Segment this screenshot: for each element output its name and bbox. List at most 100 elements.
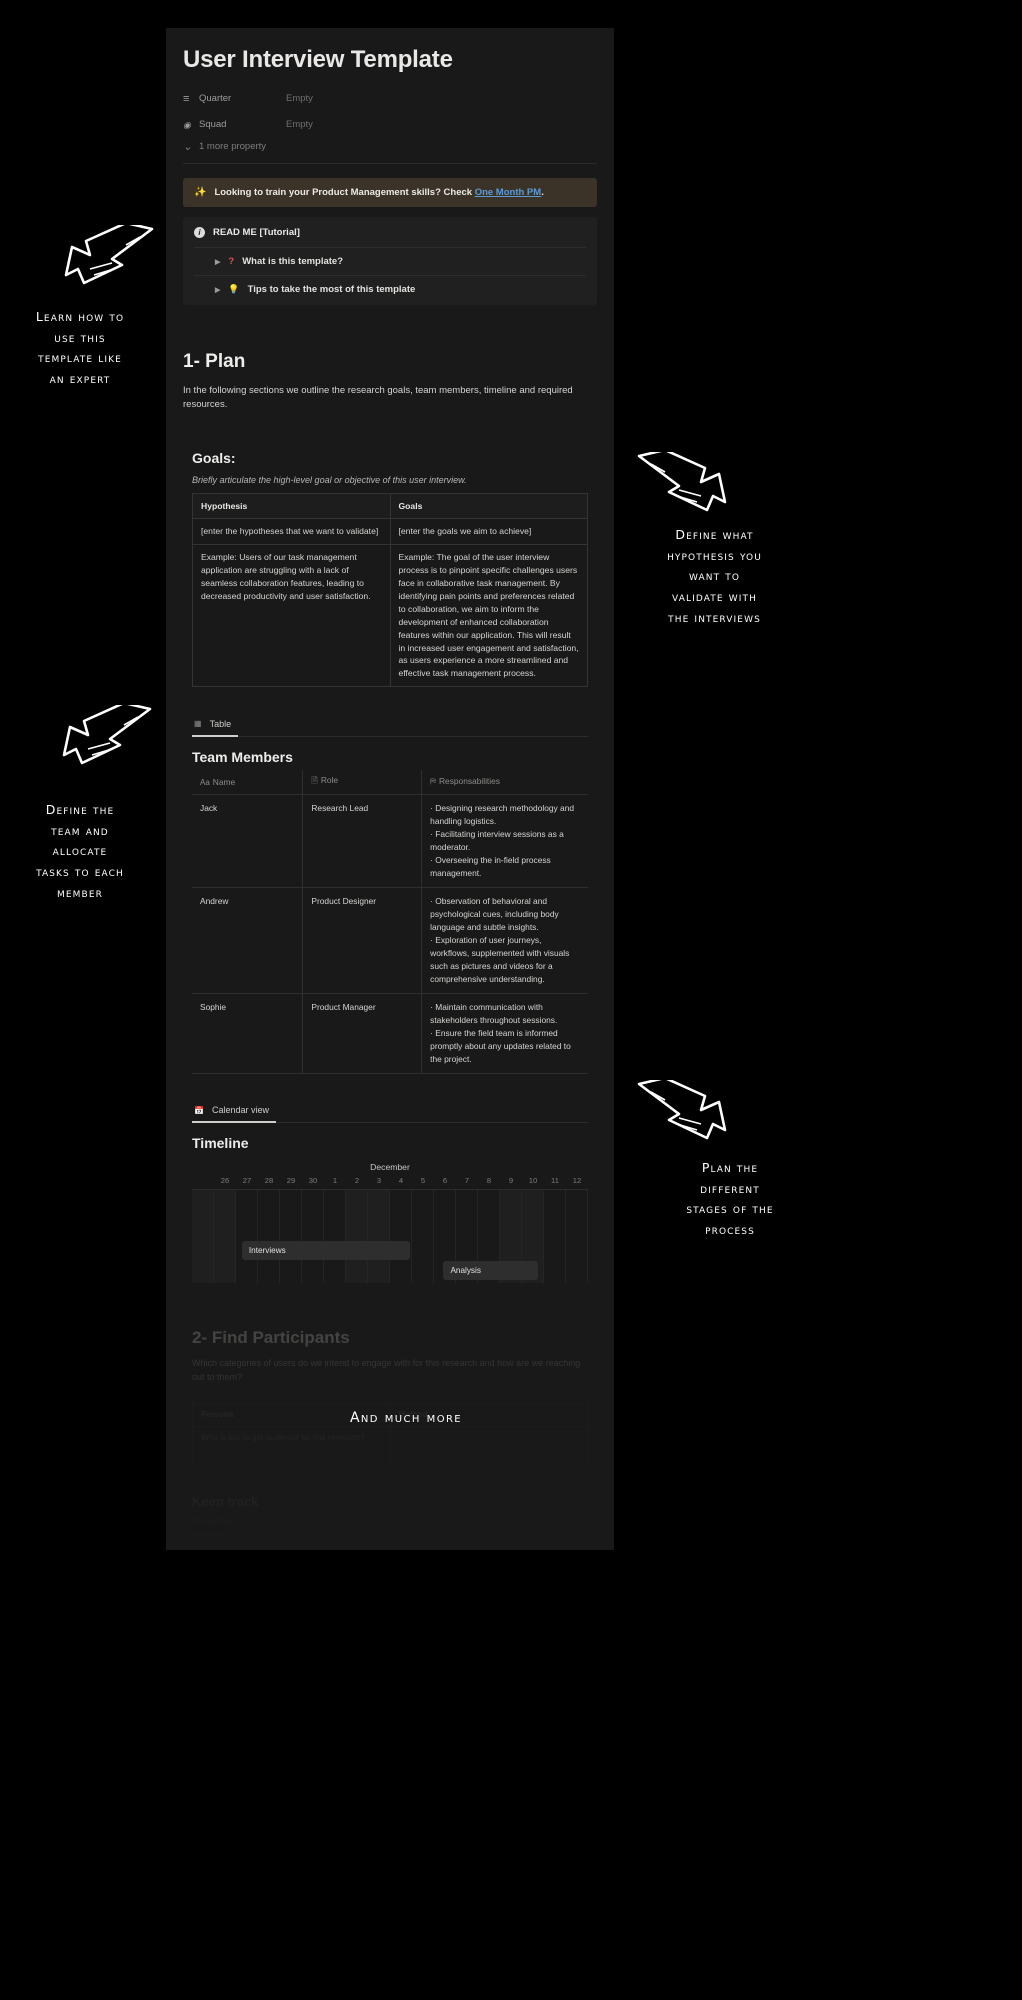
more-properties-toggle[interactable]: 1 more property (183, 141, 614, 152)
fade-overlay (166, 1305, 614, 1550)
calendar-day-label: 29 (286, 1176, 296, 1186)
annotation-define-team: Define the team and allocate tasks to ea… (36, 802, 124, 900)
arrow-icon (637, 452, 727, 512)
calendar-day-label: 7 (464, 1176, 470, 1186)
calendar-column[interactable] (280, 1190, 302, 1284)
property-value-squad[interactable]: Empty (286, 119, 313, 130)
cell-hypothesis-example[interactable]: Example: Users of our task management ap… (192, 544, 391, 688)
lightbulb-icon: 💡 (228, 284, 240, 294)
cell-goals-example[interactable]: Example: The goal of the user interview … (389, 544, 588, 688)
annotation-plan-stages: Plan the different stages of the process (686, 1160, 774, 1237)
calendar-column[interactable] (346, 1190, 368, 1284)
calendar-column[interactable] (258, 1190, 280, 1284)
readme-heading: i READ ME [Tutorial] (194, 227, 586, 247)
calendar-column[interactable] (192, 1190, 214, 1284)
cell-name[interactable]: Jack (192, 794, 304, 888)
calendar-day-header: ​ 26 27 28 29 30 1 2 3 4 5 6 7 8 9 10 11… (192, 1176, 588, 1191)
toggle-label: Tips to take the most of this template (247, 284, 416, 295)
cell-role[interactable]: Product Designer (302, 887, 423, 994)
header-divider (183, 163, 597, 164)
calendar-day-label: 4 (398, 1176, 404, 1186)
triangle-right-icon[interactable]: ▶ (215, 286, 220, 294)
faded-section: 2- Find Participants Which categories of… (166, 1305, 614, 1550)
calendar-day-label: 6 (442, 1176, 448, 1186)
property-label-quarter: Quarter (183, 93, 286, 104)
cell-role[interactable]: Product Manager (302, 993, 423, 1074)
cell-responsabilities[interactable]: · Maintain communication with stakeholde… (421, 993, 588, 1074)
property-row-squad[interactable]: Squad Empty (183, 114, 614, 135)
calendar-day-label: 9 (508, 1176, 514, 1186)
table-row: [enter the hypotheses that we want to va… (192, 518, 588, 546)
list-icon (183, 94, 193, 104)
team-view-tabs: ▦ Table (192, 713, 588, 737)
table-row[interactable]: Sophie Product Manager · Maintain commun… (192, 993, 588, 1074)
question-mark-icon: ? (228, 256, 235, 267)
text-type-icon: Aa (200, 777, 210, 787)
calendar-day-label: 12 (572, 1176, 582, 1186)
property-label-squad: Squad (183, 119, 286, 130)
annotation-define-hypothesis: Define what hypothesis you want to valid… (667, 527, 762, 625)
calendar-day-label: 10 (528, 1176, 538, 1186)
tab-table-view[interactable]: ▦ Table (192, 715, 239, 737)
cell-hypothesis-placeholder[interactable]: [enter the hypotheses that we want to va… (192, 518, 391, 546)
toggle-label: What is this template? (242, 256, 344, 267)
section-heading-plan: 1- Plan (183, 351, 246, 372)
team-members-title: Team Members (192, 748, 293, 765)
cell-goals-placeholder[interactable]: [enter the goals we aim to achieve] (389, 518, 588, 546)
arrow-icon (62, 705, 152, 765)
annotation-learn: Learn how to use this template like an e… (35, 309, 125, 386)
column-header-responsabilities[interactable]: ⛿ Responsabilities (421, 769, 588, 795)
calendar-column[interactable] (412, 1190, 434, 1284)
table-header-row: Hypothesis Goals (192, 492, 588, 520)
info-icon: i (194, 227, 205, 238)
calendar-icon: 📅 (194, 1105, 204, 1115)
timeline-title: Timeline (192, 1135, 249, 1152)
tab-calendar-view[interactable]: 📅 Calendar view (192, 1101, 276, 1124)
table-row[interactable]: Jack Research Lead · Designing research … (192, 794, 588, 888)
triangle-right-icon[interactable]: ▶ (215, 258, 220, 266)
calendar-event-interviews[interactable]: Interviews (241, 1241, 411, 1261)
one-month-pm-link[interactable]: One Month PM (475, 187, 542, 198)
calendar-column[interactable] (214, 1190, 236, 1284)
calendar-day-label: 28 (264, 1176, 274, 1186)
calendar-column[interactable] (236, 1190, 258, 1284)
cell-name[interactable]: Andrew (192, 887, 304, 994)
team-members-table: Aa Name 🗎 Role ⛿ Responsabilities Jack Rese… (192, 769, 588, 1074)
arrow-icon (64, 225, 154, 285)
toggle-what-is-this-template[interactable]: ▶ ? What is this template? (194, 247, 586, 275)
cell-responsabilities[interactable]: · Observation of behavioral and psycholo… (421, 887, 588, 994)
column-header-role[interactable]: 🗎 Role (302, 769, 423, 795)
cell-name[interactable]: Sophie (192, 993, 304, 1074)
file-icon: 🗎 (311, 775, 318, 785)
calendar-day-label: 8 (486, 1176, 492, 1186)
calendar-column[interactable] (544, 1190, 566, 1284)
cell-role[interactable]: Research Lead (302, 794, 423, 888)
cell-responsabilities[interactable]: · Designing research methodology and han… (421, 794, 588, 888)
calendar-day-label: 30 (308, 1176, 318, 1186)
property-value-quarter[interactable]: Empty (286, 93, 313, 104)
property-row-quarter[interactable]: Quarter Empty (183, 88, 614, 109)
calendar-day-label: 27 (242, 1176, 252, 1186)
calendar-column[interactable] (368, 1190, 390, 1284)
calendar-day-label: ​ (192, 1176, 214, 1189)
calendar-grid[interactable]: Interviews Analysis (192, 1190, 588, 1284)
column-header-hypothesis: Hypothesis (192, 492, 391, 520)
promo-callout[interactable]: ✨ Looking to train your Product Manageme… (183, 178, 597, 207)
calendar-column[interactable] (302, 1190, 324, 1284)
arrow-icon (637, 1080, 727, 1140)
calendar-day-label: 3 (376, 1176, 382, 1186)
calendar-column[interactable] (390, 1190, 412, 1284)
calendar-event-analysis[interactable]: Analysis (443, 1261, 539, 1281)
column-header-name[interactable]: Aa Name (192, 769, 304, 795)
notion-page: User Interview Template Quarter Empty Sq… (166, 28, 614, 1333)
readme-callout: i READ ME [Tutorial] ▶ ? What is this te… (183, 217, 597, 305)
calendar-column[interactable] (324, 1190, 346, 1284)
toggle-tips[interactable]: ▶ 💡 Tips to take the most of this templa… (194, 275, 586, 303)
calendar-day-label: 5 (420, 1176, 426, 1186)
table-header-row: Aa Name 🗎 Role ⛿ Responsabilities (192, 769, 588, 795)
sparkles-icon: ✨ (194, 187, 207, 198)
promo-callout-text: Looking to train your Product Management… (214, 187, 544, 198)
screenshot-root: User Interview Template Quarter Empty Sq… (0, 0, 1022, 2000)
calendar-column[interactable] (566, 1190, 588, 1284)
table-row[interactable]: Andrew Product Designer · Observation of… (192, 887, 588, 994)
